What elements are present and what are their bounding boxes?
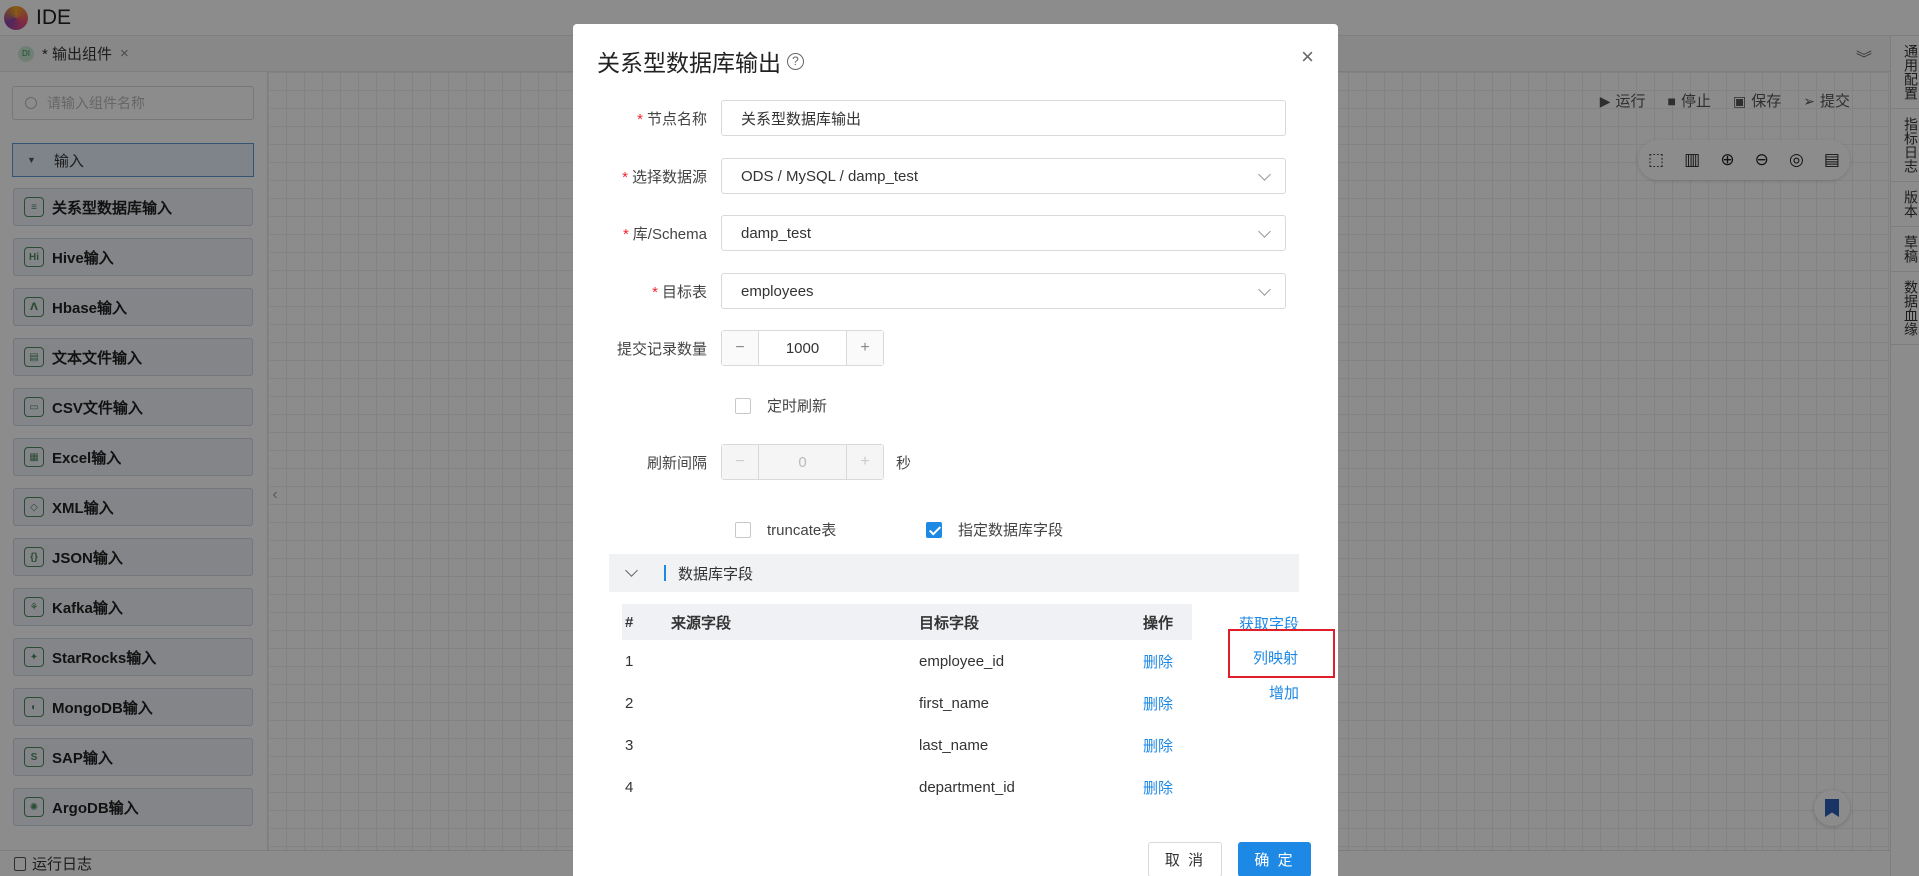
table-row: 4 department_id 删除 (622, 766, 1192, 808)
refresh-interval-input: 0 (758, 445, 847, 479)
close-icon[interactable]: × (1301, 44, 1314, 70)
increment-button[interactable]: + (847, 331, 883, 365)
delete-link[interactable]: 删除 (1143, 693, 1192, 714)
modal-title: 关系型数据库输出 ? (597, 44, 804, 78)
specify-fields-checkbox[interactable]: 指定数据库字段 (926, 519, 1063, 540)
field-mapping-table: # 来源字段 目标字段 操作 1 employee_id 删除 2 first_… (622, 604, 1192, 808)
db-fields-section-header[interactable]: 数据库字段 (609, 554, 1299, 592)
table-row: 3 last_name 删除 (622, 724, 1192, 766)
checkbox[interactable] (735, 521, 751, 538)
col-index: # (625, 613, 634, 631)
highlight-box (1228, 629, 1335, 678)
specify-fields-label: 指定数据库字段 (958, 522, 1064, 539)
node-name-label: 节点名称 (646, 110, 707, 128)
schema-row: * 库/Schema damp_test (573, 215, 1338, 251)
commit-count-input[interactable]: 1000 (758, 331, 847, 365)
schema-select[interactable]: damp_test (721, 215, 1286, 251)
refresh-interval-row: 刷新间隔 − 0 + 秒 (573, 444, 1338, 480)
delete-link[interactable]: 删除 (1143, 651, 1192, 672)
decrement-button: − (722, 445, 758, 479)
truncate-label: truncate表 (767, 522, 837, 539)
checkbox[interactable] (735, 397, 751, 414)
table-row: 2 first_name 删除 (622, 682, 1192, 724)
col-target-field: 目标字段 (919, 614, 980, 632)
target-table-label: 目标表 (661, 283, 707, 301)
output-config-modal: 关系型数据库输出 ? × * 节点名称 关系型数据库输出 * 选择数据源 ODS /… (573, 24, 1338, 876)
table-header: # 来源字段 目标字段 操作 (622, 604, 1192, 640)
delete-link[interactable]: 删除 (1143, 735, 1192, 756)
datasource-row: * 选择数据源 ODS / MySQL / damp_test (573, 158, 1338, 194)
ok-button[interactable]: 确 定 (1238, 842, 1311, 876)
chevron-down-icon (625, 564, 638, 577)
checkbox-checked[interactable] (926, 521, 942, 538)
col-action: 操作 (1143, 614, 1174, 632)
target-table-row: * 目标表 employees (573, 273, 1338, 309)
add-row-link[interactable]: 增加 (1269, 682, 1299, 703)
datasource-label: 选择数据源 (631, 168, 707, 186)
refresh-interval-stepper: − 0 + (721, 444, 884, 480)
delete-link[interactable]: 删除 (1143, 777, 1192, 798)
increment-button: + (847, 445, 883, 479)
commit-count-label: 提交记录数量 (616, 340, 707, 358)
node-name-input[interactable]: 关系型数据库输出 (721, 100, 1286, 136)
cancel-button[interactable]: 取 消 (1148, 842, 1222, 876)
schema-label: 库/Schema (632, 225, 707, 243)
section-title: 数据库字段 (678, 565, 754, 583)
target-table-select[interactable]: employees (721, 273, 1286, 309)
help-icon[interactable]: ? (787, 52, 804, 70)
table-row: 1 employee_id 删除 (622, 640, 1192, 682)
chevron-down-icon (1258, 225, 1271, 238)
timed-refresh-checkbox[interactable]: 定时刷新 (735, 395, 827, 416)
commit-count-row: 提交记录数量 − 1000 + (573, 330, 1338, 366)
datasource-select[interactable]: ODS / MySQL / damp_test (721, 158, 1286, 194)
chevron-down-icon (1258, 168, 1271, 181)
decrement-button[interactable]: − (722, 331, 758, 365)
commit-count-stepper: − 1000 + (721, 330, 884, 366)
node-name-row: * 节点名称 关系型数据库输出 (573, 100, 1338, 136)
truncate-checkbox[interactable]: truncate表 (735, 519, 836, 540)
col-source-field: 来源字段 (671, 614, 732, 632)
chevron-down-icon (1258, 283, 1271, 296)
timed-refresh-label: 定时刷新 (767, 398, 828, 415)
seconds-unit: 秒 (896, 454, 912, 472)
refresh-interval-label: 刷新间隔 (646, 454, 707, 472)
